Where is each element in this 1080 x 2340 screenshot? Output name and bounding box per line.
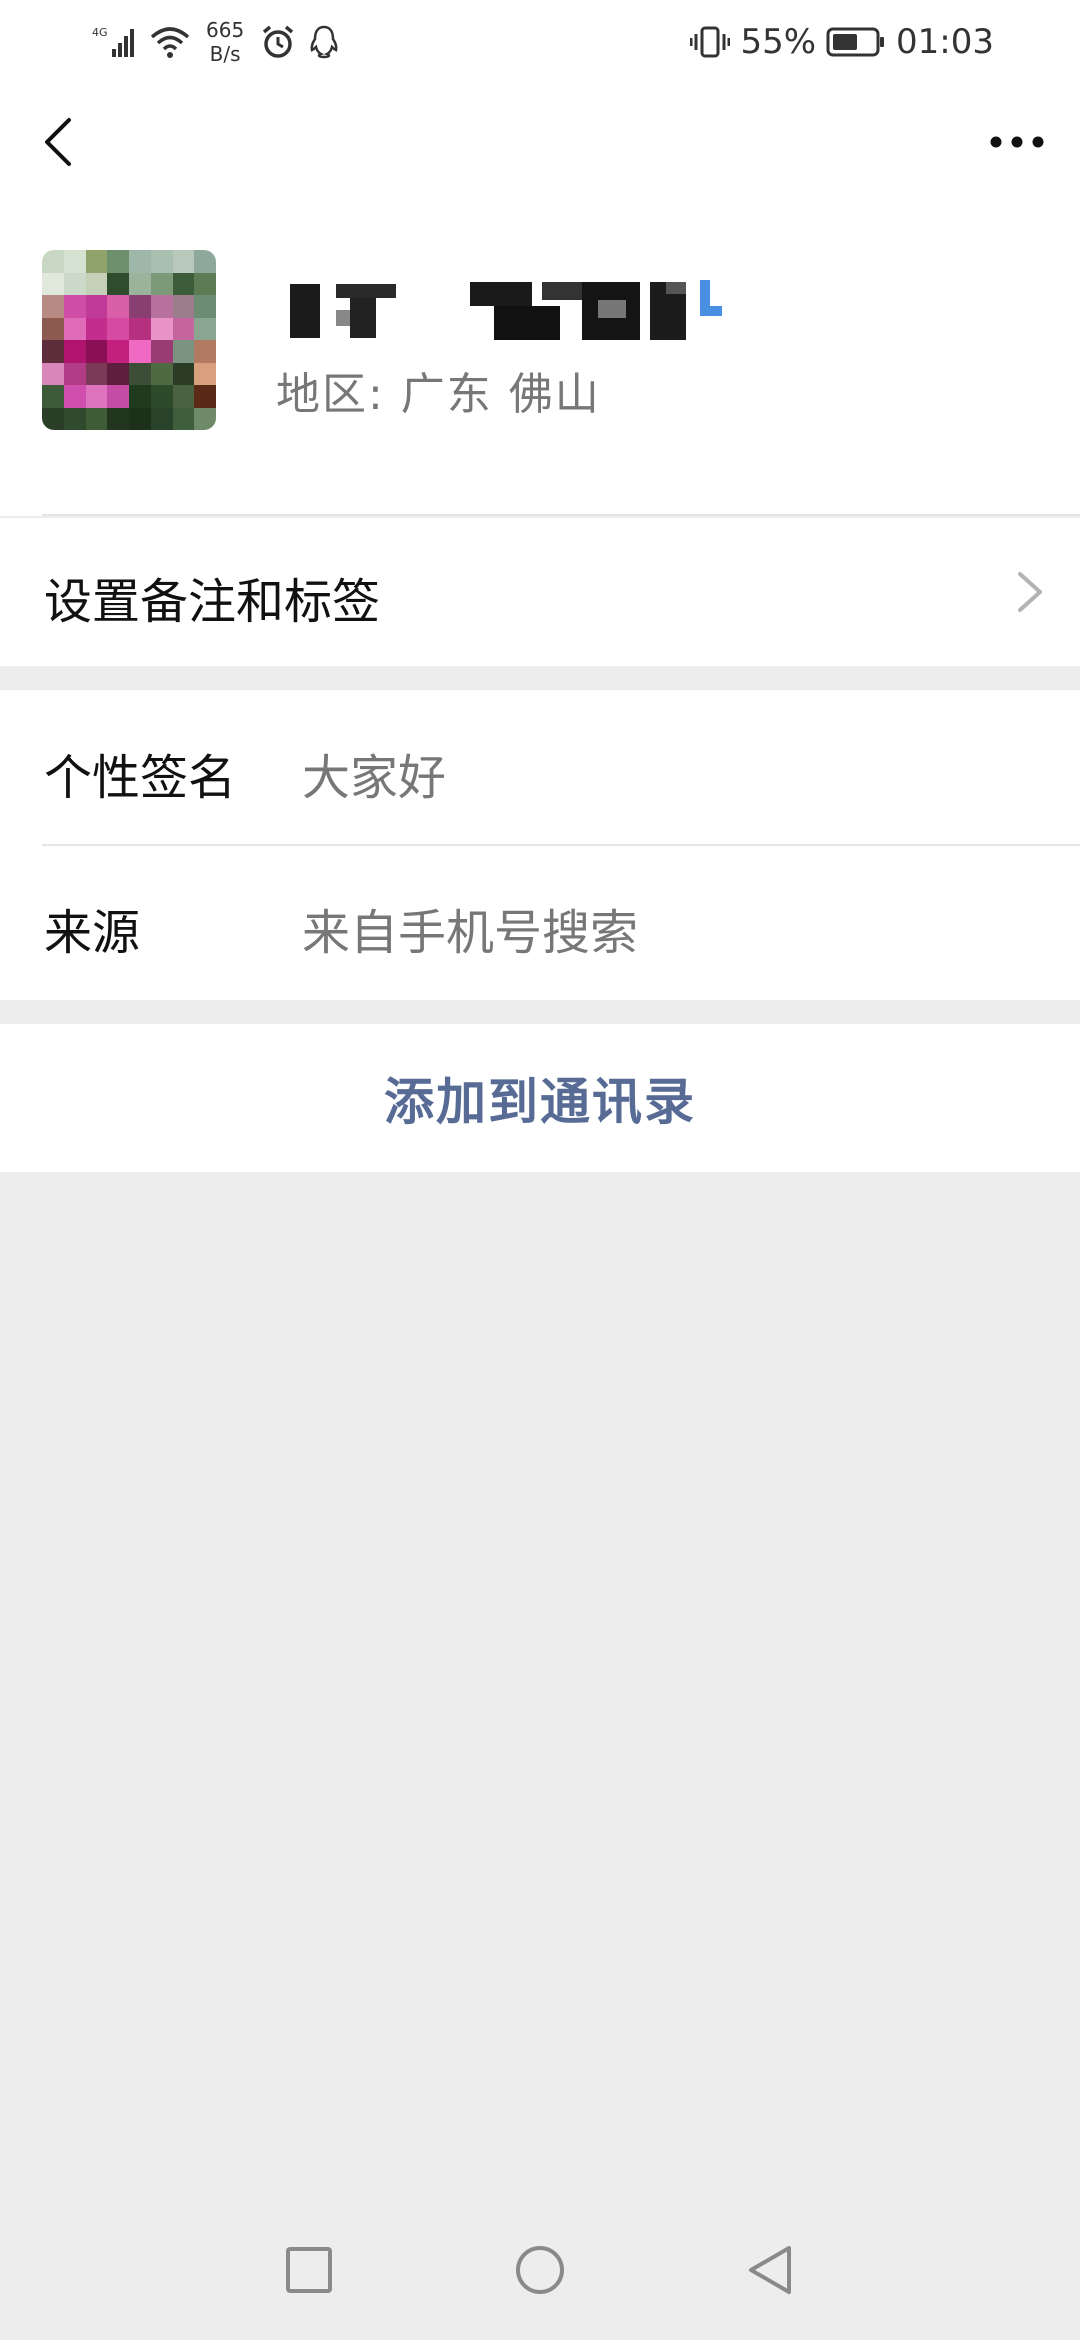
battery-icon xyxy=(826,27,885,57)
signature-row: 个性签名 大家好 xyxy=(0,690,1080,846)
square-icon xyxy=(286,2247,332,2293)
back-button[interactable] xyxy=(28,112,88,172)
recent-apps-button[interactable] xyxy=(279,2240,339,2300)
more-options-button[interactable] xyxy=(982,112,1052,172)
vibrate-icon xyxy=(690,26,731,58)
source-row: 来源 来自手机号搜索 xyxy=(0,845,1080,1000)
clock: 01:03 xyxy=(896,22,994,62)
set-remark-tags-label: 设置备注和标签 xyxy=(44,574,381,630)
alarm-icon xyxy=(263,25,294,58)
net-speed-unit: B/s xyxy=(209,42,241,66)
net-speed: 665 B/s xyxy=(206,18,244,66)
nickname-obscured xyxy=(290,280,722,340)
status-left: 4G 665 B/s xyxy=(92,14,340,70)
region-text: 地区: 广东 佛山 xyxy=(276,369,601,420)
system-navigation-bar xyxy=(0,2190,1080,2340)
home-button[interactable] xyxy=(510,2240,570,2300)
top-nav-bar xyxy=(0,84,1080,216)
set-remark-tags-row[interactable]: 设置备注和标签 xyxy=(0,518,1080,666)
source-value: 来自手机号搜索 xyxy=(302,905,639,961)
qq-icon xyxy=(310,25,338,59)
wifi-icon xyxy=(150,27,190,58)
triangle-back-icon xyxy=(749,2246,791,2294)
status-right: 55% 01:03 xyxy=(690,14,994,70)
source-label: 来源 xyxy=(44,905,141,961)
signal-icon: 4G xyxy=(92,26,134,57)
chevron-left-icon xyxy=(45,118,71,166)
contact-profile-screen: 4G 665 B/s 55% 01:03 地区: 广东 佛山 设置备注和标签 个… xyxy=(0,0,1080,2340)
system-back-button[interactable] xyxy=(740,2240,800,2300)
divider xyxy=(42,514,1080,516)
add-to-contacts-button[interactable]: 添加到通讯录 xyxy=(0,1024,1080,1172)
circle-icon xyxy=(516,2246,564,2294)
profile-info-group: 个性签名 大家好 来源 来自手机号搜索 xyxy=(0,690,1080,1000)
avatar[interactable] xyxy=(42,250,216,430)
battery-percent: 55% xyxy=(740,22,817,62)
status-bar: 4G 665 B/s 55% 01:03 xyxy=(0,0,1080,84)
profile-header: 地区: 广东 佛山 xyxy=(0,216,1080,516)
network-type-label: 4G xyxy=(92,26,108,39)
signature-label: 个性签名 xyxy=(44,750,237,806)
net-speed-value: 665 xyxy=(206,18,245,42)
chevron-right-icon xyxy=(1018,572,1042,612)
more-dots-icon xyxy=(990,136,1044,148)
signature-value: 大家好 xyxy=(302,750,447,806)
